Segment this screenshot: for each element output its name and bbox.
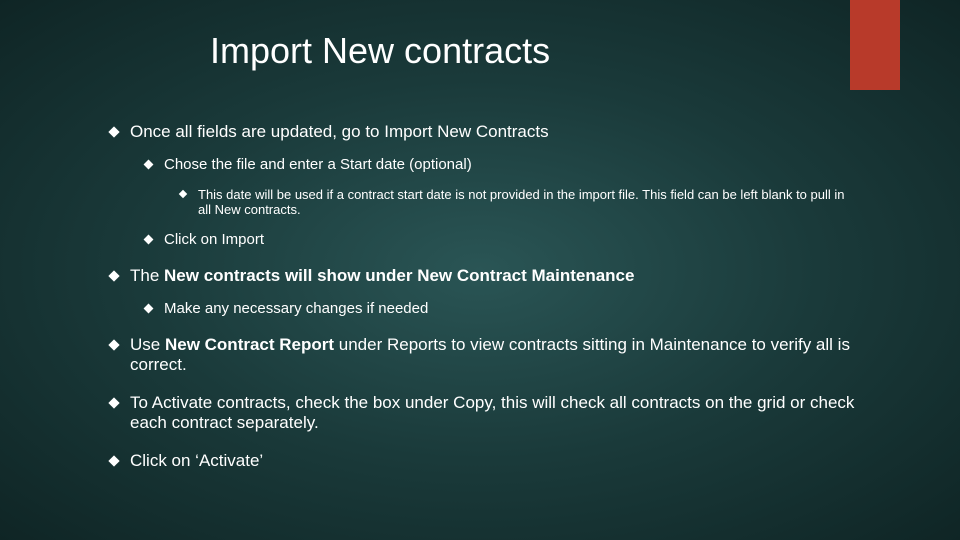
accent-bar (850, 0, 900, 90)
text-part: The (130, 266, 164, 285)
text-bold: New Contract Report (165, 335, 339, 354)
text-bold: New contracts will show under New Contra… (164, 266, 634, 285)
bullet-icon (144, 304, 154, 314)
bullet-icon (108, 126, 119, 137)
list-item: The New contracts will show under New Co… (110, 266, 860, 286)
list-item: Chose the file and enter a Start date (o… (145, 156, 860, 173)
bullet-icon (108, 455, 119, 466)
list-item: Once all fields are updated, go to Impor… (110, 122, 860, 142)
list-item: Make any necessary changes if needed (145, 300, 860, 317)
bullet-icon (144, 160, 154, 170)
bullet-text: Use New Contract Report under Reports to… (130, 335, 860, 375)
bullet-icon (108, 270, 119, 281)
slide-content: Import New contracts Once all fields are… (0, 0, 960, 515)
list-item: Use New Contract Report under Reports to… (110, 335, 860, 375)
bullet-text: This date will be used if a contract sta… (198, 187, 860, 217)
list-item: This date will be used if a contract sta… (180, 187, 860, 217)
bullet-icon (108, 339, 119, 350)
bullet-text: The New contracts will show under New Co… (130, 266, 860, 286)
bullet-text: Make any necessary changes if needed (164, 300, 860, 317)
bullet-text: Chose the file and enter a Start date (o… (164, 156, 860, 173)
bullet-text: Once all fields are updated, go to Impor… (130, 122, 860, 142)
bullet-icon (144, 235, 154, 245)
list-item: To Activate contracts, check the box und… (110, 393, 860, 433)
bullet-icon (108, 397, 119, 408)
list-item: Click on Import (145, 231, 860, 248)
bullet-text: To Activate contracts, check the box und… (130, 393, 860, 433)
list-item: Click on ‘Activate’ (110, 451, 860, 471)
text-part: Use (130, 335, 165, 354)
slide-title: Import New contracts (210, 30, 860, 72)
bullet-list: Once all fields are updated, go to Impor… (110, 122, 860, 471)
bullet-text: Click on Import (164, 231, 860, 248)
bullet-icon (179, 190, 187, 198)
bullet-text: Click on ‘Activate’ (130, 451, 860, 471)
